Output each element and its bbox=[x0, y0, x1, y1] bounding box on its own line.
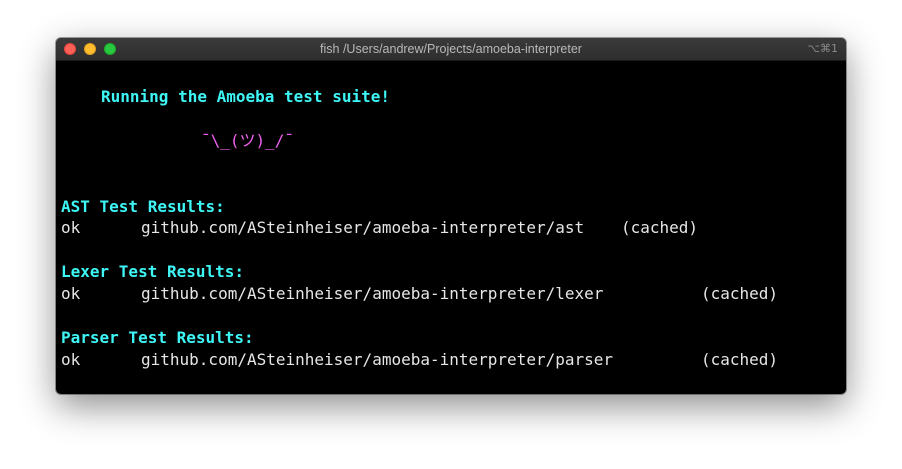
result-status-lexer: ok bbox=[61, 284, 81, 303]
section-heading-lexer: Lexer Test Results: bbox=[61, 262, 245, 281]
terminal-output[interactable]: Running the Amoeba test suite! ¯\_(ツ)_/¯… bbox=[61, 60, 841, 390]
shrug-text: ¯\_(ツ)_/¯ bbox=[201, 131, 295, 150]
terminal-window: fish /Users/andrew/Projects/amoeba-inter… bbox=[56, 38, 846, 394]
result-status-parser: ok bbox=[61, 350, 81, 369]
title-bar[interactable]: fish /Users/andrew/Projects/amoeba-inter… bbox=[56, 38, 846, 61]
result-package-parser: github.com/ASteinheiser/amoeba-interpret… bbox=[141, 350, 614, 369]
result-package-ast: github.com/ASteinheiser/amoeba-interpret… bbox=[141, 218, 585, 237]
window-shortcut: ⌥⌘1 bbox=[807, 42, 838, 55]
result-note-lexer: (cached) bbox=[701, 284, 779, 303]
section-heading-parser: Parser Test Results: bbox=[61, 328, 254, 347]
result-note-ast: (cached) bbox=[621, 218, 699, 237]
result-note-parser: (cached) bbox=[701, 350, 779, 369]
window-title: fish /Users/andrew/Projects/amoeba-inter… bbox=[320, 42, 582, 56]
section-heading-ast: AST Test Results: bbox=[61, 197, 225, 216]
result-status-ast: ok bbox=[61, 218, 81, 237]
banner-text: Running the Amoeba test suite! bbox=[101, 87, 390, 106]
result-package-lexer: github.com/ASteinheiser/amoeba-interpret… bbox=[141, 284, 604, 303]
